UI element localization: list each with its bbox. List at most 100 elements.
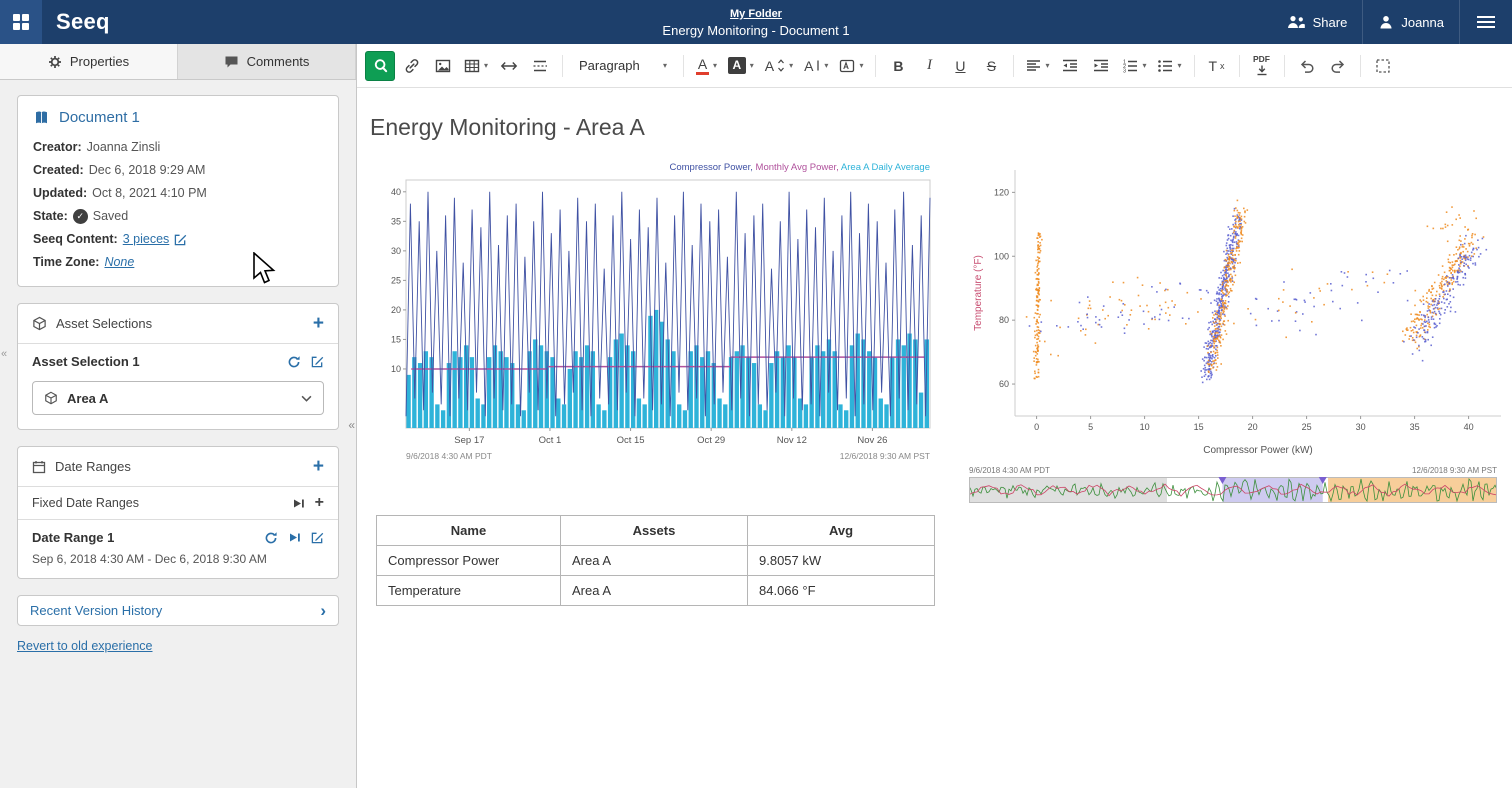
svg-text:20: 20 — [391, 305, 401, 315]
asset-selections-card: Asset Selections + Asset Selection 1 — [17, 303, 339, 430]
seeq-content-link[interactable]: 3 pieces — [123, 228, 170, 251]
svg-text:Compressor Power (kW): Compressor Power (kW) — [1203, 445, 1312, 456]
align-dropdown[interactable]: ▾ — [1022, 51, 1053, 81]
svg-text:30: 30 — [391, 246, 401, 256]
top-bar: Seeq My Folder Energy Monitoring - Docum… — [0, 0, 1512, 44]
revert-old-experience-link[interactable]: Revert to old experience — [17, 639, 153, 653]
inline-style-icon: A — [804, 59, 813, 73]
document-canvas[interactable]: Energy Monitoring - Area A 1015202530354… — [357, 88, 1512, 606]
paragraph-format-dropdown[interactable]: Paragraph ▾ — [571, 51, 675, 81]
clear-formatting-icon: T — [1208, 58, 1217, 74]
summary-table[interactable]: NameAssetsAvg Compressor PowerArea A9.80… — [376, 515, 935, 606]
ordered-list-icon: 123 — [1122, 59, 1138, 73]
add-asset-selection-button[interactable]: + — [313, 314, 324, 333]
edit-asset-selection-icon[interactable] — [311, 355, 324, 368]
compressor-power-chart[interactable]: 10152025303540Sep 17Oct 1Oct 15Oct 29Nov… — [376, 158, 936, 476]
bold-button[interactable]: B — [884, 51, 912, 81]
fixed-date-ranges-row: Fixed Date Ranges + — [18, 487, 338, 520]
scatter-chart-svg: 60801001200510152025303540Compressor Pow… — [969, 158, 1509, 460]
indent-button[interactable] — [1087, 51, 1115, 81]
step-to-now-icon[interactable] — [288, 531, 301, 544]
tab-properties[interactable]: Properties — [0, 44, 178, 79]
background-color-dropdown[interactable]: A ▾ — [724, 51, 758, 81]
seeq-logo[interactable]: Seeq — [42, 9, 126, 35]
download-arrow-icon — [1256, 65, 1268, 76]
recent-version-history-button[interactable]: Recent Version History › — [17, 595, 339, 626]
insert-seeq-content-button[interactable] — [365, 51, 395, 81]
document-name-row[interactable]: Document 1 — [33, 109, 323, 126]
underline-button[interactable]: U — [946, 51, 974, 81]
asset-cube-icon — [32, 316, 47, 331]
share-button[interactable]: Share — [1271, 0, 1363, 44]
svg-text:20: 20 — [1248, 422, 1258, 432]
table-cell: Area A — [561, 546, 748, 576]
svg-text:25: 25 — [391, 275, 401, 285]
document-properties-card: Document 1 Creator:Joanna Zinsli Created… — [17, 95, 339, 287]
link-icon — [404, 58, 420, 74]
user-menu-button[interactable]: Joanna — [1362, 0, 1459, 44]
timezone-row: Time Zone: None — [33, 251, 323, 274]
redo-button[interactable] — [1324, 51, 1352, 81]
apps-grid-button[interactable] — [0, 0, 42, 44]
add-date-range-button[interactable]: + — [313, 457, 324, 476]
table-header: Name — [377, 516, 561, 546]
tab-properties-label: Properties — [70, 54, 129, 69]
editor-toolbar: ▾ Paragraph ▾ A ▾ — [357, 44, 1512, 88]
version-history-label: Recent Version History — [30, 603, 162, 618]
svg-text:Oct 29: Oct 29 — [697, 435, 725, 446]
outdent-button[interactable] — [1056, 51, 1084, 81]
font-size-dropdown[interactable]: A ▾ — [761, 51, 797, 81]
date-ranges-title: Date Ranges — [55, 459, 131, 474]
text-color-icon: A — [696, 57, 709, 75]
table-row: Compressor PowerArea A9.8057 kW — [377, 546, 935, 576]
italic-button[interactable]: I — [915, 51, 943, 81]
collapse-sidebar-handle[interactable]: « — [348, 418, 355, 432]
svg-text:Oct 1: Oct 1 — [539, 435, 562, 446]
undo-button[interactable] — [1293, 51, 1321, 81]
refresh-icon[interactable] — [264, 531, 278, 545]
edit-content-icon[interactable] — [174, 233, 187, 246]
insert-image-button[interactable] — [429, 51, 457, 81]
svg-text:10: 10 — [391, 364, 401, 374]
insert-table-dropdown[interactable]: ▾ — [460, 51, 492, 81]
unordered-list-icon — [1157, 59, 1173, 73]
timeline-strip-chart[interactable] — [969, 477, 1497, 503]
left-edge-handle[interactable]: « — [1, 348, 7, 360]
clear-formatting-button[interactable]: Tx — [1203, 51, 1231, 81]
inline-style-dropdown[interactable]: A ▾ — [800, 51, 832, 81]
breadcrumb-my-folder[interactable]: My Folder — [730, 8, 782, 22]
share-label: Share — [1313, 15, 1348, 30]
insert-horizontal-line-button[interactable] — [495, 51, 523, 81]
ordered-list-dropdown[interactable]: 123 ▾ — [1118, 51, 1150, 81]
timezone-link[interactable]: None — [104, 251, 134, 274]
up-down-arrows-icon — [777, 59, 785, 72]
tab-comments[interactable]: Comments — [178, 44, 356, 79]
hamburger-menu-button[interactable] — [1459, 0, 1512, 44]
tab-comments-label: Comments — [247, 54, 310, 69]
insert-page-break-button[interactable] — [526, 51, 554, 81]
text-color-dropdown[interactable]: A ▾ — [692, 51, 721, 81]
dashed-border-icon — [1375, 58, 1391, 74]
table-header: Avg — [748, 516, 935, 546]
table-row: TemperatureArea A84.066 °F — [377, 576, 935, 606]
svg-text:15: 15 — [1194, 422, 1204, 432]
svg-text:40: 40 — [1464, 422, 1474, 432]
seeq-content-row: Seeq Content: 3 pieces — [33, 228, 323, 251]
export-pdf-button[interactable]: PDF — [1248, 51, 1276, 81]
special-characters-dropdown[interactable]: ▾ — [835, 51, 867, 81]
step-to-end-icon[interactable] — [292, 497, 305, 510]
fullscreen-button[interactable] — [1369, 51, 1397, 81]
edit-date-range-icon[interactable] — [311, 531, 324, 544]
share-icon — [1286, 14, 1306, 30]
temperature-scatter-chart[interactable]: 60801001200510152025303540Compressor Pow… — [969, 158, 1509, 503]
unordered-list-dropdown[interactable]: ▾ — [1153, 51, 1185, 81]
table-header: Assets — [561, 516, 748, 546]
svg-text:30: 30 — [1356, 422, 1366, 432]
svg-text:3: 3 — [1123, 68, 1126, 72]
strikethrough-button[interactable]: S — [977, 51, 1005, 81]
comment-icon — [224, 55, 239, 69]
insert-link-button[interactable] — [398, 51, 426, 81]
refresh-icon[interactable] — [287, 355, 301, 369]
asset-select-dropdown[interactable]: Area A — [32, 381, 324, 415]
add-fixed-range-icon[interactable]: + — [315, 495, 324, 511]
